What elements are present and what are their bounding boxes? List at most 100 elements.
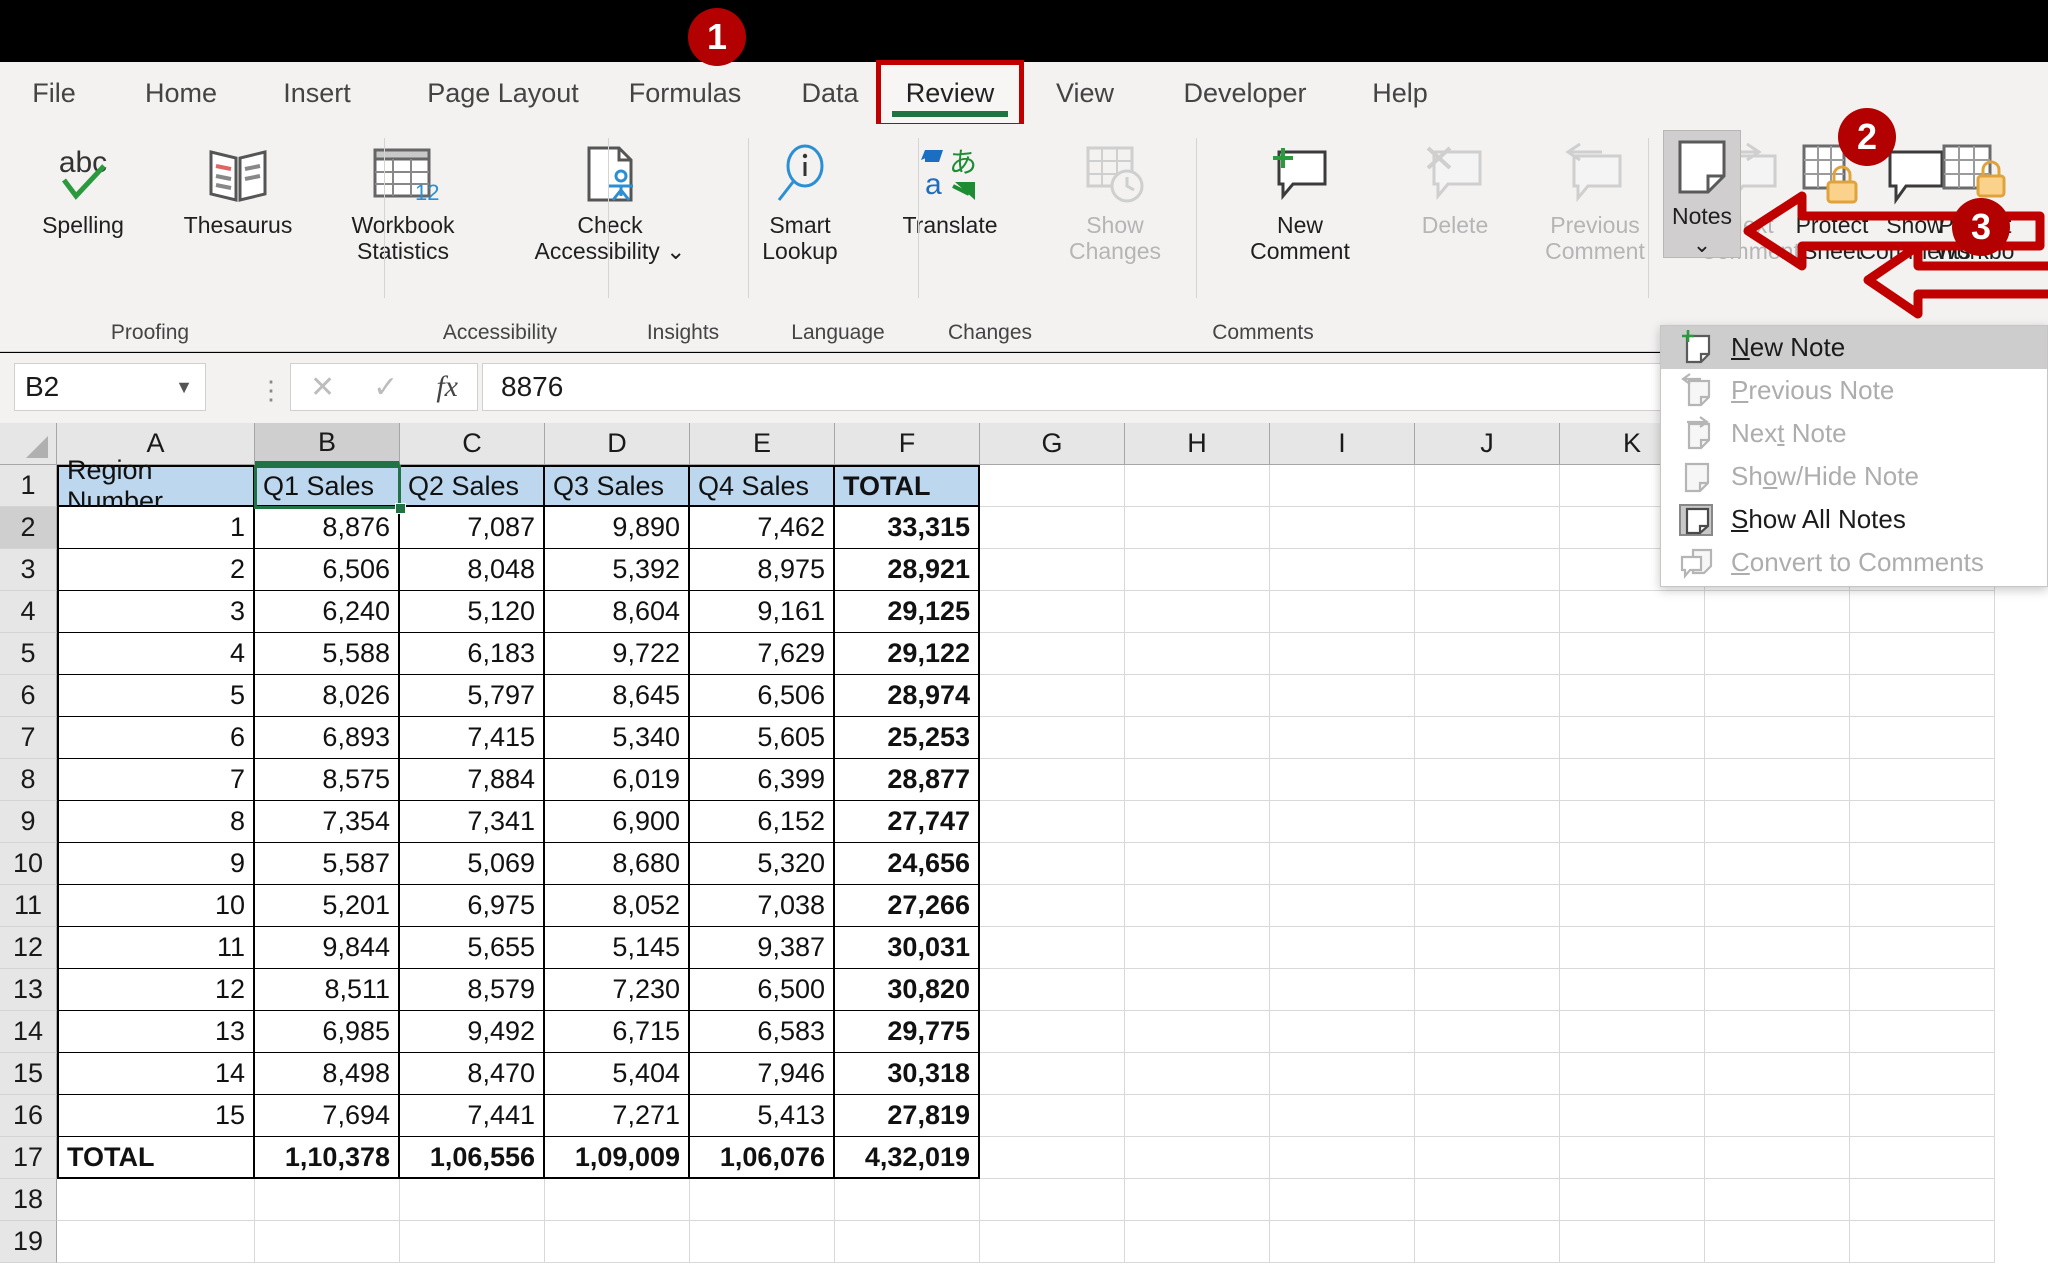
cell-E12[interactable]: 9,387 — [690, 927, 835, 969]
cell-empty[interactable] — [1125, 885, 1270, 927]
cell-empty[interactable] — [400, 1179, 545, 1221]
cell-F4[interactable]: 29,125 — [835, 591, 980, 633]
cell-C2[interactable]: 7,087 — [400, 507, 545, 549]
cell-empty[interactable] — [1415, 717, 1560, 759]
cell-C10[interactable]: 5,069 — [400, 843, 545, 885]
enter-icon[interactable]: ✓ — [373, 370, 398, 405]
menu-item-next-note[interactable]: Next Note — [1661, 412, 2047, 455]
tab-review[interactable]: Review — [880, 62, 1020, 124]
cell-A2[interactable]: 1 — [57, 507, 255, 549]
cell-empty[interactable] — [1705, 1179, 1850, 1221]
cell-empty[interactable] — [980, 1137, 1125, 1179]
cell-empty[interactable] — [1270, 759, 1415, 801]
cell-empty[interactable] — [1560, 1095, 1705, 1137]
cell-empty[interactable] — [980, 843, 1125, 885]
cell-F16[interactable]: 27,819 — [835, 1095, 980, 1137]
cell-empty[interactable] — [835, 1221, 980, 1263]
cell-empty[interactable] — [1125, 927, 1270, 969]
cell-empty[interactable] — [980, 549, 1125, 591]
row-header-13[interactable]: 13 — [0, 969, 57, 1011]
header-cell-F1[interactable]: TOTAL — [835, 465, 980, 507]
cell-E7[interactable]: 5,605 — [690, 717, 835, 759]
row-header-12[interactable]: 12 — [0, 927, 57, 969]
cell-empty[interactable] — [1270, 465, 1415, 507]
cell-C8[interactable]: 7,884 — [400, 759, 545, 801]
cell-D5[interactable]: 9,722 — [545, 633, 690, 675]
cell-empty[interactable] — [57, 1179, 255, 1221]
cell-C15[interactable]: 8,470 — [400, 1053, 545, 1095]
notes-button[interactable]: Notes ⌄ — [1663, 130, 1741, 258]
cell-B3[interactable]: 6,506 — [255, 549, 400, 591]
cell-empty[interactable] — [57, 1221, 255, 1263]
cell-B2[interactable]: 8,876 — [255, 507, 400, 549]
cell-empty[interactable] — [1850, 759, 1995, 801]
cell-A10[interactable]: 9 — [57, 843, 255, 885]
cell-A5[interactable]: 4 — [57, 633, 255, 675]
row-header-10[interactable]: 10 — [0, 843, 57, 885]
cell-empty[interactable] — [1560, 675, 1705, 717]
cell-D10[interactable]: 8,680 — [545, 843, 690, 885]
cell-empty[interactable] — [1415, 1137, 1560, 1179]
header-cell-E1[interactable]: Q4 Sales — [690, 465, 835, 507]
cell-empty[interactable] — [980, 465, 1125, 507]
cell-D12[interactable]: 5,145 — [545, 927, 690, 969]
cell-C14[interactable]: 9,492 — [400, 1011, 545, 1053]
cell-D13[interactable]: 7,230 — [545, 969, 690, 1011]
cell-empty[interactable] — [1705, 591, 1850, 633]
tab-help[interactable]: Help — [1350, 62, 1450, 124]
cell-empty[interactable] — [1125, 633, 1270, 675]
cell-B16[interactable]: 7,694 — [255, 1095, 400, 1137]
cell-F6[interactable]: 28,974 — [835, 675, 980, 717]
cell-E9[interactable]: 6,152 — [690, 801, 835, 843]
tab-page-layout[interactable]: Page Layout — [398, 62, 608, 124]
cell-empty[interactable] — [255, 1221, 400, 1263]
cell-empty[interactable] — [1705, 969, 1850, 1011]
column-header-E[interactable]: E — [690, 423, 835, 465]
cell-empty[interactable] — [1125, 717, 1270, 759]
row-header-4[interactable]: 4 — [0, 591, 57, 633]
tab-developer[interactable]: Developer — [1150, 62, 1340, 124]
cell-empty[interactable] — [980, 1053, 1125, 1095]
cell-D2[interactable]: 9,890 — [545, 507, 690, 549]
cell-empty[interactable] — [980, 801, 1125, 843]
cell-empty[interactable] — [1415, 591, 1560, 633]
row-header-5[interactable]: 5 — [0, 633, 57, 675]
cell-empty[interactable] — [1125, 549, 1270, 591]
cell-empty[interactable] — [1270, 843, 1415, 885]
row-header-19[interactable]: 19 — [0, 1221, 57, 1263]
cell-empty[interactable] — [1415, 1179, 1560, 1221]
cell-C17[interactable]: 1,06,556 — [400, 1137, 545, 1179]
column-header-J[interactable]: J — [1415, 423, 1560, 465]
cell-C9[interactable]: 7,341 — [400, 801, 545, 843]
row-header-6[interactable]: 6 — [0, 675, 57, 717]
cell-D17[interactable]: 1,09,009 — [545, 1137, 690, 1179]
tab-data[interactable]: Data — [780, 62, 880, 124]
cell-empty[interactable] — [1125, 759, 1270, 801]
cell-A4[interactable]: 3 — [57, 591, 255, 633]
cell-empty[interactable] — [1125, 1011, 1270, 1053]
cell-F8[interactable]: 28,877 — [835, 759, 980, 801]
cell-B10[interactable]: 5,587 — [255, 843, 400, 885]
tab-view[interactable]: View — [1030, 62, 1140, 124]
row-header-16[interactable]: 16 — [0, 1095, 57, 1137]
cell-F9[interactable]: 27,747 — [835, 801, 980, 843]
cell-A8[interactable]: 7 — [57, 759, 255, 801]
cell-A12[interactable]: 11 — [57, 927, 255, 969]
cell-empty[interactable] — [1270, 549, 1415, 591]
cell-E11[interactable]: 7,038 — [690, 885, 835, 927]
cell-B6[interactable]: 8,026 — [255, 675, 400, 717]
cell-empty[interactable] — [1705, 717, 1850, 759]
cell-empty[interactable] — [980, 591, 1125, 633]
cell-empty[interactable] — [1415, 1011, 1560, 1053]
cell-empty[interactable] — [1415, 843, 1560, 885]
cell-empty[interactable] — [1125, 675, 1270, 717]
cell-empty[interactable] — [1270, 1011, 1415, 1053]
cell-E14[interactable]: 6,583 — [690, 1011, 835, 1053]
cell-empty[interactable] — [1415, 675, 1560, 717]
cell-E17[interactable]: 1,06,076 — [690, 1137, 835, 1179]
cell-B14[interactable]: 6,985 — [255, 1011, 400, 1053]
cell-empty[interactable] — [1705, 1011, 1850, 1053]
cell-empty[interactable] — [1270, 633, 1415, 675]
header-cell-C1[interactable]: Q2 Sales — [400, 465, 545, 507]
cell-F12[interactable]: 30,031 — [835, 927, 980, 969]
